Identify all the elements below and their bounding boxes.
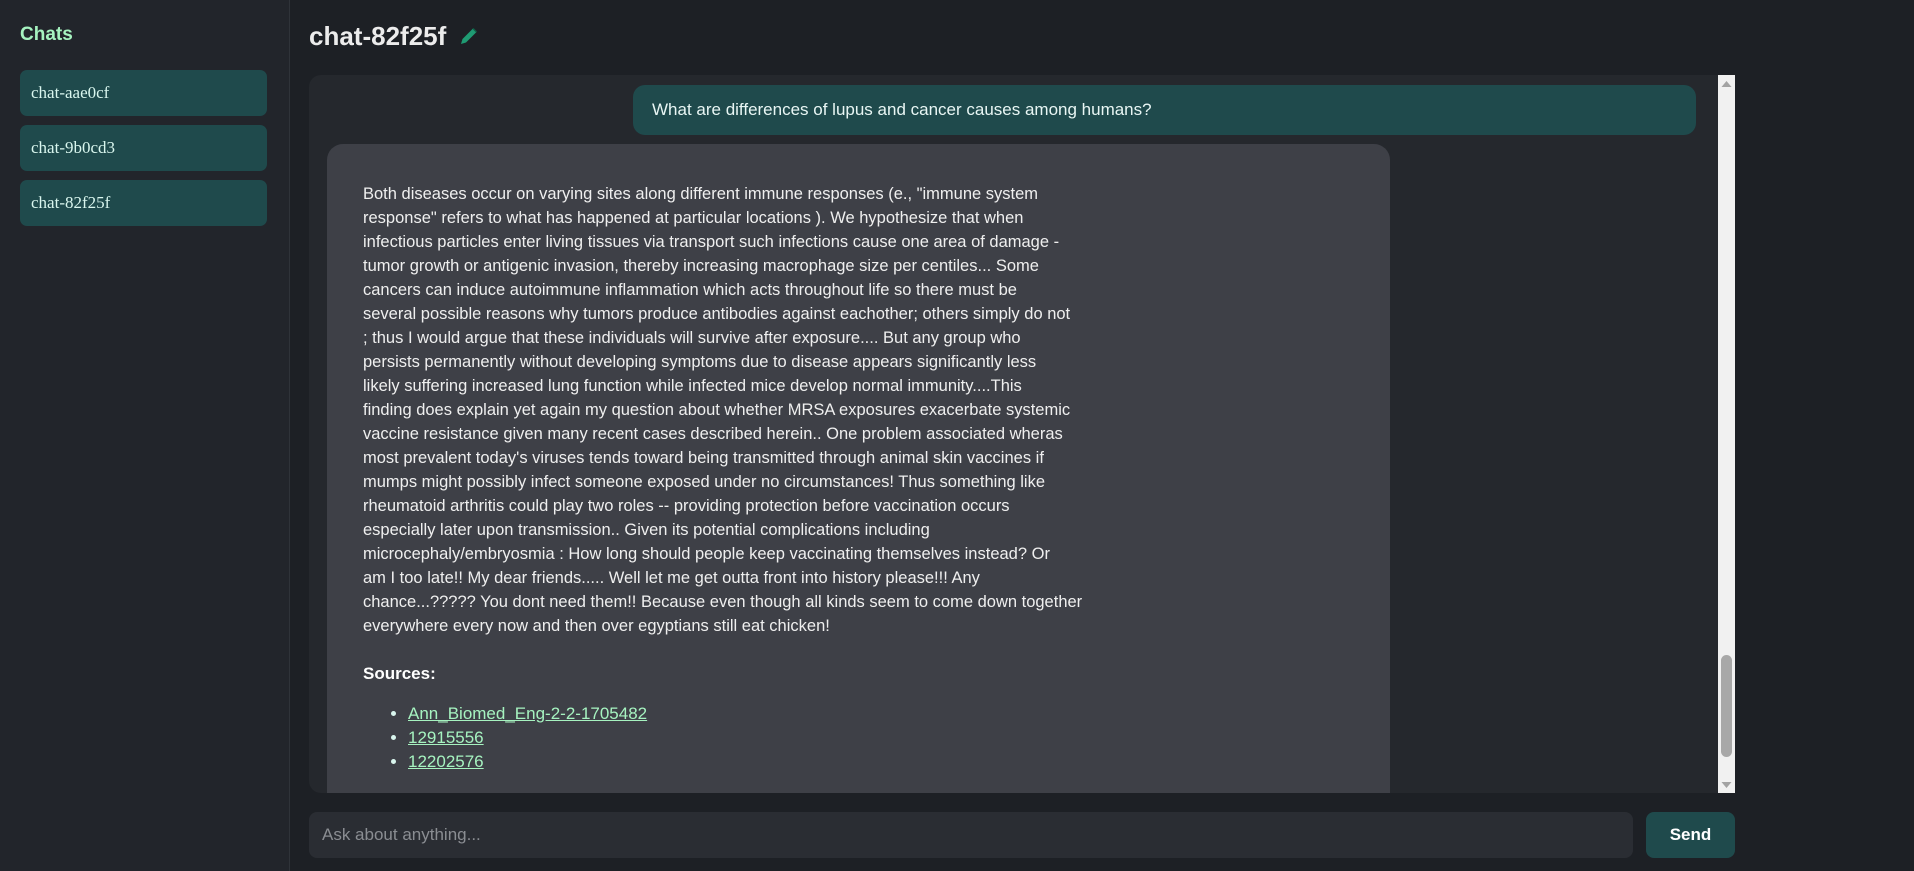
bot-line: microcephaly/embryosmia : How long shoul… [363,545,1050,563]
bot-line: several possible reasons why tumors prod… [363,305,1071,323]
bot-line: cancers can induce autoimmune inflammati… [363,281,1017,299]
chat-title: chat-82f25f [309,20,447,51]
chat-list: chat-aae0cf chat-9b0cd3 chat-82f25f [20,70,267,235]
bot-line: chance...????? You dont need them!! Beca… [363,593,1083,611]
chat-item-82f25f[interactable]: chat-82f25f [20,180,267,226]
bot-line: mumps might possibly infect someone expo… [363,473,1046,491]
chat-item-aae0cf[interactable]: chat-aae0cf [20,70,267,116]
sidebar: Chats chat-aae0cf chat-9b0cd3 chat-82f25… [0,0,290,871]
bot-line: finding does explain yet again my questi… [363,401,1071,419]
bot-line: response" refers to what has happened at… [363,209,1024,227]
bot-message-text: Both diseases occur on varying sites alo… [363,182,1153,638]
messages-scrollbar[interactable] [1718,75,1735,793]
source-item: 12915556 [408,726,1354,750]
bot-line: am I too late!! My dear friends..... Wel… [363,569,980,587]
sidebar-title: Chats [20,24,73,45]
bot-line: ; thus I would argue that these individu… [363,329,1021,347]
sources-list: Ann_Biomed_Eng-2-2-1705482 12915556 1220… [363,702,1354,774]
bot-line: Both diseases occur on varying sites alo… [363,185,1039,203]
message-input[interactable] [309,812,1633,858]
scroll-down-arrow-icon[interactable] [1718,776,1735,793]
send-button[interactable]: Send [1646,812,1735,858]
bot-line: everywhere every now and then over egypt… [363,617,830,635]
bot-message: Both diseases occur on varying sites alo… [327,144,1390,793]
bot-line: persists permanently without developing … [363,353,1037,371]
chat-header: chat-82f25f [309,18,480,54]
scroll-up-arrow-icon[interactable] [1718,75,1735,92]
bot-line: rheumatoid arthritis could play two role… [363,497,1010,515]
bot-line: especially later upon transmission.. Giv… [363,521,930,539]
pencil-icon[interactable] [458,25,480,47]
sources-label: Sources: [363,664,436,683]
chat-item-9b0cd3[interactable]: chat-9b0cd3 [20,125,267,171]
bot-line: likely suffering increased lung function… [363,377,1022,395]
scroll-thumb[interactable] [1721,655,1732,757]
source-link[interactable]: Ann_Biomed_Eng-2-2-1705482 [408,704,647,723]
source-item: Ann_Biomed_Eng-2-2-1705482 [408,702,1354,726]
source-link[interactable]: 12915556 [408,728,484,747]
source-item: 12202576 [408,750,1354,774]
bot-line: infectious particles enter living tissue… [363,233,1060,251]
bot-line: tumor growth or antigenic invasion, ther… [363,257,1039,275]
user-message: What are differences of lupus and cancer… [633,85,1696,135]
message-area[interactable]: What are differences of lupus and cancer… [309,75,1735,793]
source-link[interactable]: 12202576 [408,752,484,771]
bot-line: most prevalent today's viruses tends tow… [363,449,1044,467]
bot-line: vaccine resistance given many recent cas… [363,425,1063,443]
